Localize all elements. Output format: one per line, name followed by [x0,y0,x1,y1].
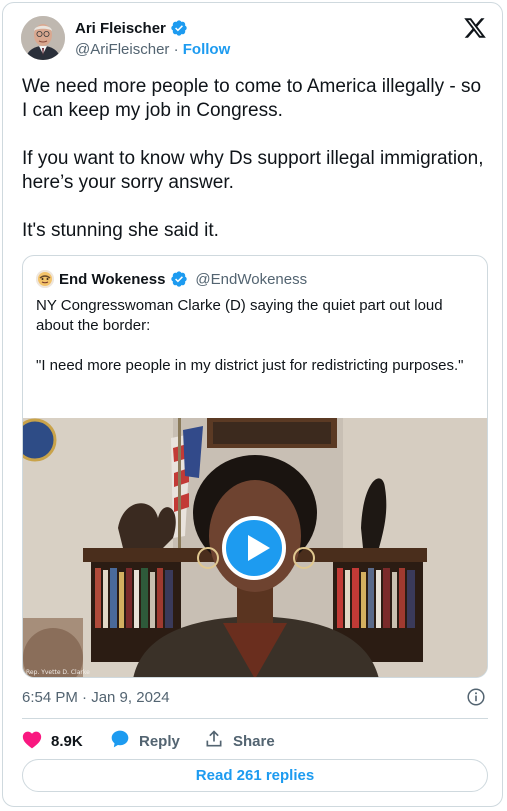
tweet-paragraph: We need more people to come to America i… [22,76,482,121]
author-avatar[interactable] [21,16,65,60]
share-button[interactable]: Share [204,729,275,753]
author-avatar-image [21,16,65,60]
info-icon[interactable] [467,688,485,706]
verified-badge-icon [170,19,188,37]
like-button[interactable]: 8.9K [22,730,110,753]
reply-label: Reply [139,732,180,750]
tweet-paragraph: If you want to know why Ds support illeg… [22,148,484,193]
author-handle[interactable]: @AriFleischer [75,41,169,58]
play-icon[interactable] [222,516,286,580]
like-count: 8.9K [51,732,83,750]
author-name-row: Ari Fleischer [75,19,188,37]
author-name[interactable]: Ari Fleischer [75,20,166,37]
tweet-text: We need more people to come to America i… [22,75,487,243]
tweet-paragraph: It's stunning she said it. [22,220,219,241]
quoted-paragraph: "I need more people in my district just … [36,357,464,374]
tweet-timestamp[interactable]: 6:54 PM · Jan 9, 2024 [22,689,170,706]
quoted-paragraph: NY Congresswoman Clarke (D) saying the q… [36,297,443,334]
handle-separator: · [169,41,183,58]
quoted-tweet-text: NY Congresswoman Clarke (D) saying the q… [36,296,476,376]
quoted-tweet-header: End Wokeness @EndWokeness [36,270,307,288]
reply-button[interactable]: Reply [110,729,204,753]
author-subline: @AriFleischer · Follow [75,41,230,58]
share-icon [204,729,224,753]
video-thumbnail[interactable]: Rep. Yvette D. Clarke [23,418,487,677]
verified-badge-icon [170,270,188,288]
video-caption: Rep. Yvette D. Clarke [26,669,90,676]
divider [22,718,488,719]
share-label: Share [233,732,275,750]
follow-button[interactable]: Follow [183,41,231,58]
quoted-author-avatar [36,270,54,288]
quoted-author-name: End Wokeness [59,270,166,288]
tweet-card: Ari Fleischer @AriFleischer · Follow We … [2,2,503,807]
quoted-author-handle: @EndWokeness [195,270,308,288]
read-replies-button[interactable]: Read 261 replies [22,759,488,792]
action-bar: 8.9K Reply Share [22,729,275,753]
x-logo-icon[interactable] [462,16,488,40]
reply-bubble-icon [110,729,130,753]
heart-icon [22,730,42,753]
quoted-tweet[interactable]: End Wokeness @EndWokeness NY Congresswom… [22,255,488,678]
